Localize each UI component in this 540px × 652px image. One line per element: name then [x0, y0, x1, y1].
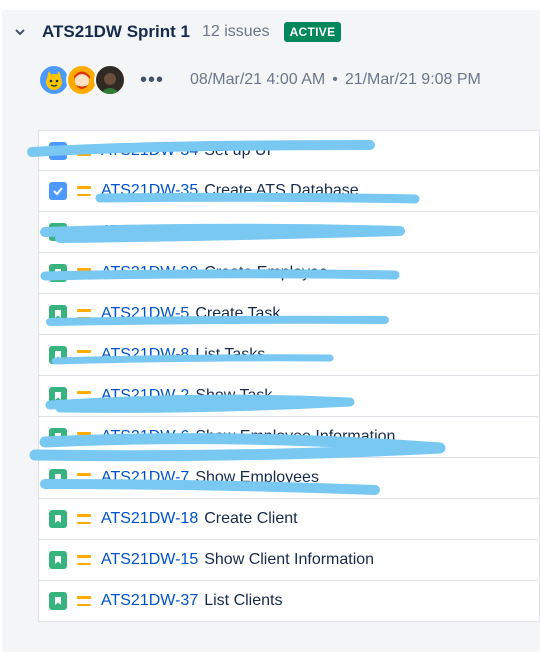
priority-medium-icon [77, 555, 91, 565]
issue-row[interactable]: ATS21DW-6 Show Employee Information [38, 417, 540, 458]
priority-medium-icon [77, 514, 91, 524]
task-checkbox-icon [49, 141, 67, 160]
story-bookmark-icon [49, 223, 67, 241]
issue-key[interactable]: ATS21DW-35 [101, 182, 198, 200]
story-bookmark-icon [49, 305, 67, 323]
issue-summary: List Clients [204, 592, 283, 609]
issue-summary: Show Client Information [204, 551, 375, 568]
issue-key[interactable]: ATS21DW-18 [101, 510, 198, 528]
story-bookmark-icon [49, 346, 67, 364]
sprint-header: ATS21DW Sprint 1 12 issues ACTIVE [10, 20, 342, 44]
priority-medium-icon [77, 350, 91, 360]
issue-summary: Set up UI [204, 141, 271, 159]
priority-medium-icon [77, 268, 91, 278]
story-bookmark-icon [49, 510, 67, 528]
story-bookmark-icon [49, 387, 67, 405]
priority-medium-icon [77, 473, 91, 483]
date-separator: • [332, 71, 338, 88]
story-bookmark-icon [49, 428, 67, 446]
issue-row[interactable]: ATS21DW-15 Show Client Information [38, 540, 540, 581]
issue-key[interactable]: ATS21DW-30 [101, 264, 198, 282]
priority-medium-icon [77, 227, 91, 237]
issue-summary: Create Client [204, 510, 298, 527]
priority-medium-icon [77, 432, 91, 442]
issue-row[interactable]: ATS21DW-34 Set up UI [38, 130, 540, 171]
priority-medium-icon [77, 145, 91, 156]
issue-summary: Create Employee [204, 264, 328, 281]
sprint-start-date: 08/Mar/21 4:00 AM [190, 71, 326, 88]
sprint-meta: ••• 08/Mar/21 4:00 AM • 21/Mar/21 9:08 PM [38, 64, 481, 96]
priority-medium-icon [77, 391, 91, 401]
issue-key[interactable]: ATS21DW-6 [101, 428, 189, 446]
avatar[interactable] [94, 64, 126, 96]
issue-key[interactable]: ATS21DW-38 [101, 223, 198, 241]
issue-row[interactable]: ATS21DW-5 Create Task [38, 294, 540, 335]
story-bookmark-icon [49, 264, 67, 282]
issue-summary: Create Task [195, 305, 281, 322]
sprint-end-date: 21/Mar/21 9:08 PM [344, 71, 481, 88]
story-bookmark-icon [49, 551, 67, 569]
issue-count: 12 issues [201, 23, 270, 40]
issue-key[interactable]: ATS21DW-2 [101, 387, 189, 405]
issue-summary: Create a Team [204, 223, 309, 240]
issue-row[interactable]: ATS21DW-30 Create Employee [38, 253, 540, 294]
issue-key[interactable]: ATS21DW-5 [101, 305, 189, 323]
issue-list: ATS21DW-34 Set up UI ATS21DW-35 Create ATS … [38, 130, 540, 622]
issue-summary: List Tasks [195, 346, 266, 363]
status-badge: ACTIVE [283, 22, 342, 42]
issue-row[interactable]: ATS21DW-38 Create a Team [38, 212, 540, 253]
issue-key[interactable]: ATS21DW-34 [101, 142, 198, 160]
more-actions-icon[interactable]: ••• [140, 70, 164, 90]
issue-row[interactable]: ATS21DW-37 List Clients [38, 581, 540, 622]
priority-medium-icon [77, 309, 91, 319]
issue-row[interactable]: ATS21DW-8 List Tasks [38, 335, 540, 376]
issue-key[interactable]: ATS21DW-15 [101, 551, 198, 569]
issue-summary: Show Task [195, 387, 273, 404]
priority-medium-icon [77, 186, 91, 196]
task-checkbox-icon [49, 182, 67, 200]
story-bookmark-icon [49, 469, 67, 487]
sprint-dates: 08/Mar/21 4:00 AM • 21/Mar/21 9:08 PM [190, 71, 481, 89]
issue-summary: Create ATS Database [204, 182, 359, 199]
issue-key[interactable]: ATS21DW-7 [101, 469, 189, 487]
issue-key[interactable]: ATS21DW-8 [101, 346, 189, 364]
assignee-avatars [38, 64, 126, 96]
issue-row[interactable]: ATS21DW-2 Show Task [38, 376, 540, 417]
sprint-title: ATS21DW Sprint 1 [42, 22, 190, 41]
issue-row[interactable]: ATS21DW-7 Show Employees [38, 458, 540, 499]
story-bookmark-icon [49, 592, 67, 610]
issue-row[interactable]: ATS21DW-18 Create Client [38, 499, 540, 540]
issue-key[interactable]: ATS21DW-37 [101, 592, 198, 610]
issue-summary: Show Employee Information [195, 428, 396, 445]
issue-row[interactable]: ATS21DW-35 Create ATS Database [38, 171, 540, 212]
issue-summary: Show Employees [195, 469, 319, 486]
chevron-down-icon[interactable] [10, 22, 30, 42]
priority-medium-icon [77, 596, 91, 606]
